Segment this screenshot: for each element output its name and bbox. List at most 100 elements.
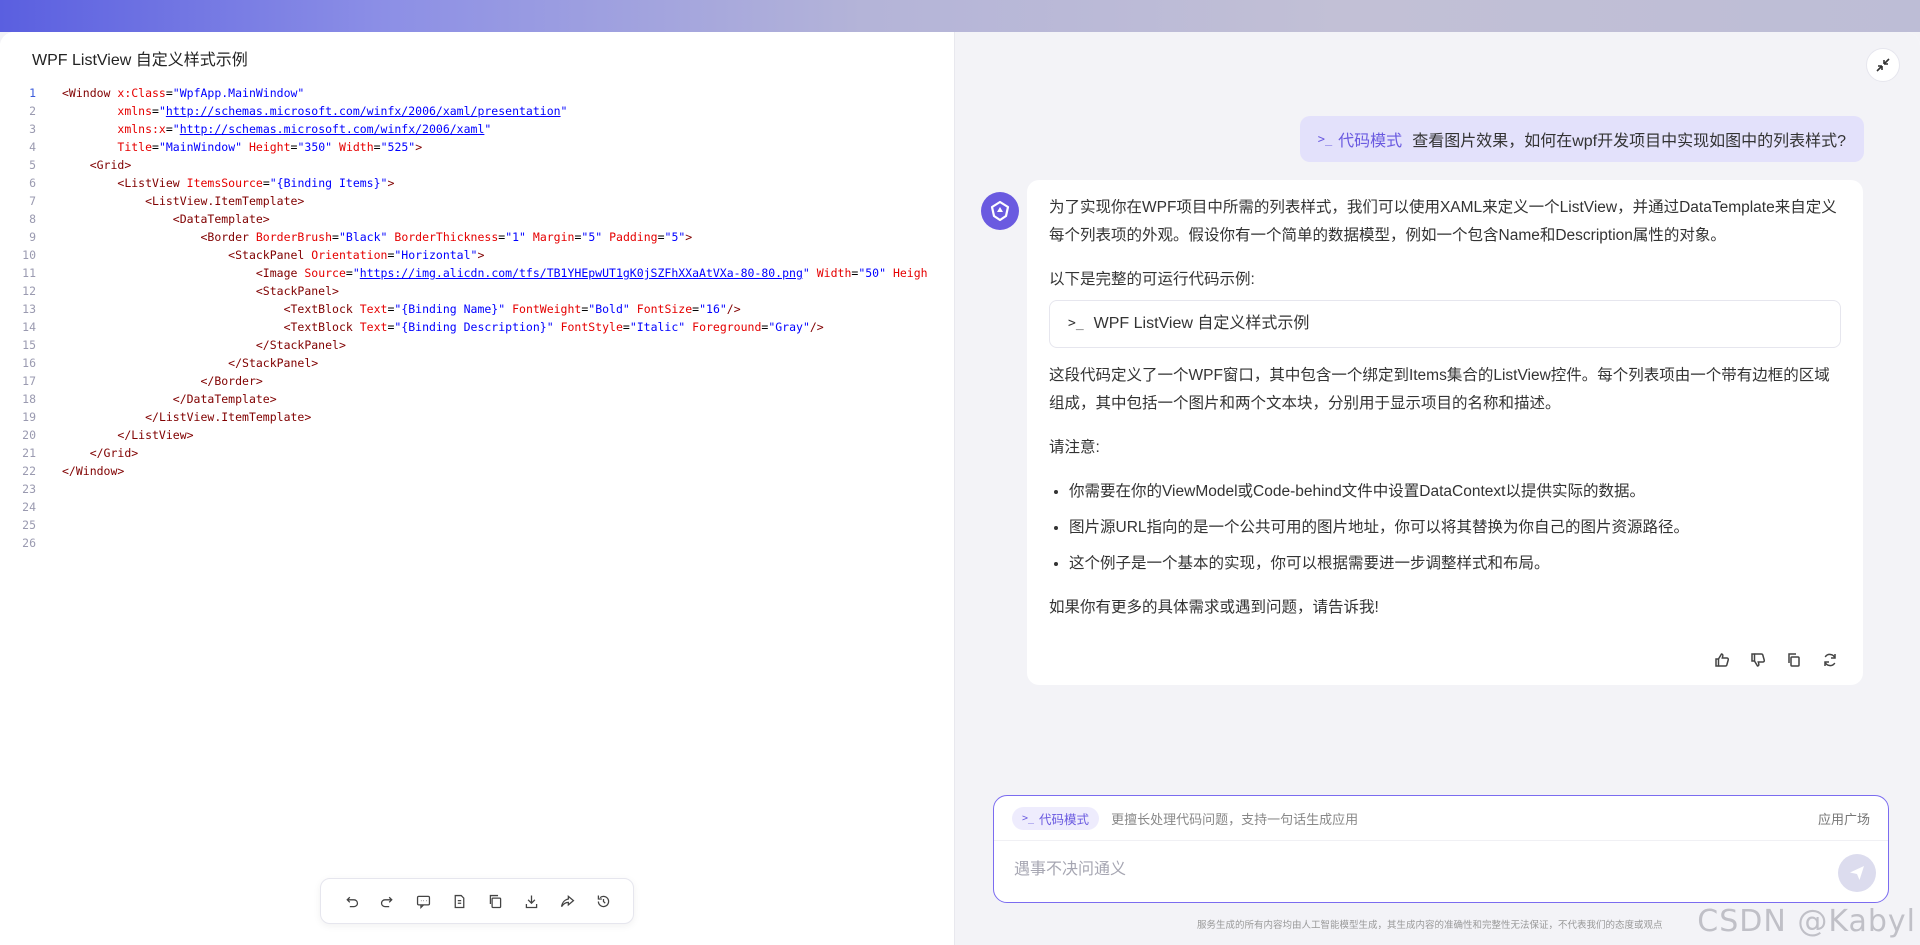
code-line[interactable]: 21 </Grid> — [0, 444, 954, 462]
redo-button[interactable] — [376, 890, 398, 912]
code-token: FontWeight — [512, 302, 582, 316]
code-mode-label: 代码模式 — [1338, 133, 1403, 150]
code-line[interactable]: 13 <TextBlock Text="{Binding Name}" Font… — [0, 300, 954, 318]
code-line[interactable]: 25 — [0, 516, 954, 534]
code-token: /> — [726, 302, 741, 316]
line-number: 4 — [29, 140, 36, 154]
code-toolbar — [320, 878, 634, 924]
code-line[interactable]: 18 </DataTemplate> — [0, 390, 954, 408]
line-number: 19 — [22, 410, 36, 424]
code-line[interactable]: 10 <StackPanel Orientation="Horizontal"> — [0, 246, 954, 264]
code-token: > — [387, 176, 395, 190]
code-line[interactable]: 6 <ListView ItemsSource="{Binding Items}… — [0, 174, 954, 192]
code-line[interactable]: 2 xmlns="http://schemas.microsoft.com/wi… — [0, 102, 954, 120]
copy-button[interactable] — [484, 890, 506, 912]
code-token: = — [152, 104, 159, 118]
collapse-button[interactable] — [1866, 48, 1900, 82]
code-line[interactable]: 14 <TextBlock Text = "{Binding Description… — [0, 318, 954, 336]
code-token: <TextBlock — [283, 302, 360, 316]
regenerate-button[interactable] — [1821, 651, 1839, 669]
download-button[interactable] — [520, 890, 542, 912]
code-mode-chip[interactable]: >_ 代码模式 — [1012, 806, 1100, 830]
code-token: BorderBrush — [255, 230, 333, 244]
code-line[interactable]: 20 </ListView> — [0, 426, 954, 444]
line-number: 17 — [22, 374, 36, 388]
code-artifact-card[interactable]: >_ WPF ListView 自定义样式示例 — [1049, 300, 1841, 348]
code-token: <ListView.ItemTemplate> — [145, 194, 305, 208]
code-token: <Border — [200, 230, 256, 244]
document-button[interactable] — [448, 890, 470, 912]
code-line[interactable]: 16 </StackPanel> — [0, 354, 954, 372]
line-number: 8 — [29, 212, 36, 226]
refresh-icon — [1824, 653, 1836, 667]
send-button[interactable] — [1838, 854, 1876, 892]
disclaimer-text: 服务生成的所有内容均由人工智能模型生成，其生成内容的准确性和完整性无法保证，不代… — [1197, 920, 1663, 931]
code-line[interactable]: 8 <DataTemplate> — [0, 210, 954, 228]
code-token: > — [477, 248, 485, 262]
code-line[interactable]: 15 </StackPanel> — [0, 336, 954, 354]
code-token: <Grid> — [89, 158, 132, 172]
code-token: > — [685, 230, 693, 244]
code-token: Height — [248, 140, 291, 154]
code-line[interactable]: 11 <Image Source="https://img.alicdn.com… — [0, 264, 954, 282]
code-token: <Image — [255, 266, 305, 280]
browser-top-band — [0, 0, 1920, 32]
undo-button[interactable] — [340, 890, 362, 912]
code-line[interactable]: 4 Title="MainWindow" Height="350" Width=… — [0, 138, 954, 156]
code-line[interactable]: 1 <Window x:Class="WpfApp.MainWindow" — [0, 84, 954, 102]
answer-paragraph-5: 如果你有更多的具体需求或遇到问题，请告诉我! — [1049, 599, 1379, 616]
code-line[interactable]: 9 <Border BorderBrush="Black" BorderThic… — [0, 228, 954, 246]
code-line[interactable]: 5 <Grid> — [0, 156, 954, 174]
code-line[interactable]: 7 <ListView.ItemTemplate> — [0, 192, 954, 210]
line-number: 26 — [22, 536, 36, 550]
dislike-button[interactable] — [1749, 651, 1767, 669]
code-token: "1" — [505, 230, 526, 244]
code-token: </Window> — [62, 464, 125, 478]
code-token: = — [165, 86, 173, 100]
code-line[interactable]: 19 </ListView.ItemTemplate> — [0, 408, 954, 426]
user-message-text: 查看图片效果，如何在wpf开发项目中实现如图中的列表样式? — [1412, 133, 1846, 150]
code-line[interactable]: 3 xmlns:x="http://schemas.microsoft.com/… — [0, 120, 954, 138]
comment-button[interactable] — [412, 890, 434, 912]
code-token: " — [560, 104, 568, 118]
code-line[interactable]: 22 </Window> — [0, 462, 954, 480]
share-button[interactable] — [556, 890, 578, 912]
app-plaza-link[interactable]: 应用广场 — [1818, 809, 1870, 828]
thumbs-up-icon — [1715, 653, 1730, 667]
code-token: " — [158, 104, 166, 118]
code-token: </Border> — [200, 374, 263, 388]
code-token: "350" — [297, 140, 333, 154]
code-token: "50" — [858, 266, 887, 280]
code-editor[interactable]: 1 <Window x:Class="WpfApp.MainWindow" 2 xm… — [0, 84, 954, 552]
answer-paragraph-2: 以下是完整的可运行代码示例: — [1049, 271, 1255, 288]
code-line[interactable]: 23 — [0, 480, 954, 498]
line-number: 25 — [22, 518, 36, 532]
list-item: 这个例子是一个基本的实现，你可以根据需要进一步调整样式和布局。 — [1069, 550, 1841, 578]
chat-panel: >_ 代码模式 查看图片效果，如何在wpf开发项目中实现如图中的列表样式? 为了… — [955, 32, 1920, 945]
code-token: </StackPanel> — [255, 338, 346, 352]
chat-input[interactable] — [1012, 856, 1796, 884]
code-token: Orientation — [311, 248, 388, 262]
redo-icon — [380, 896, 393, 907]
code-line[interactable]: 12 <StackPanel> — [0, 282, 954, 300]
copy-answer-button[interactable] — [1785, 651, 1803, 669]
code-token: " — [352, 266, 360, 280]
code-line[interactable]: 17 </Border> — [0, 372, 954, 390]
code-token: </StackPanel> — [228, 356, 319, 370]
answer-bullet-list: 你需要在你的ViewModel或Code-behind文件中设置DataCont… — [1049, 478, 1841, 578]
csdn-watermark: CSDN @Kabyl — [1697, 904, 1916, 939]
code-line[interactable]: 26 — [0, 534, 954, 552]
code-token: FontSize — [636, 302, 693, 316]
like-button[interactable] — [1713, 651, 1731, 669]
code-line[interactable]: 24 — [0, 498, 954, 516]
code-token: = — [332, 230, 339, 244]
code-panel-title: WPF ListView 自定义样式示例 — [32, 52, 248, 69]
terminal-prompt-icon: >_ — [1317, 132, 1333, 146]
history-button[interactable] — [592, 890, 614, 912]
code-mode-tag: >_ 代码模式 — [1318, 127, 1402, 151]
